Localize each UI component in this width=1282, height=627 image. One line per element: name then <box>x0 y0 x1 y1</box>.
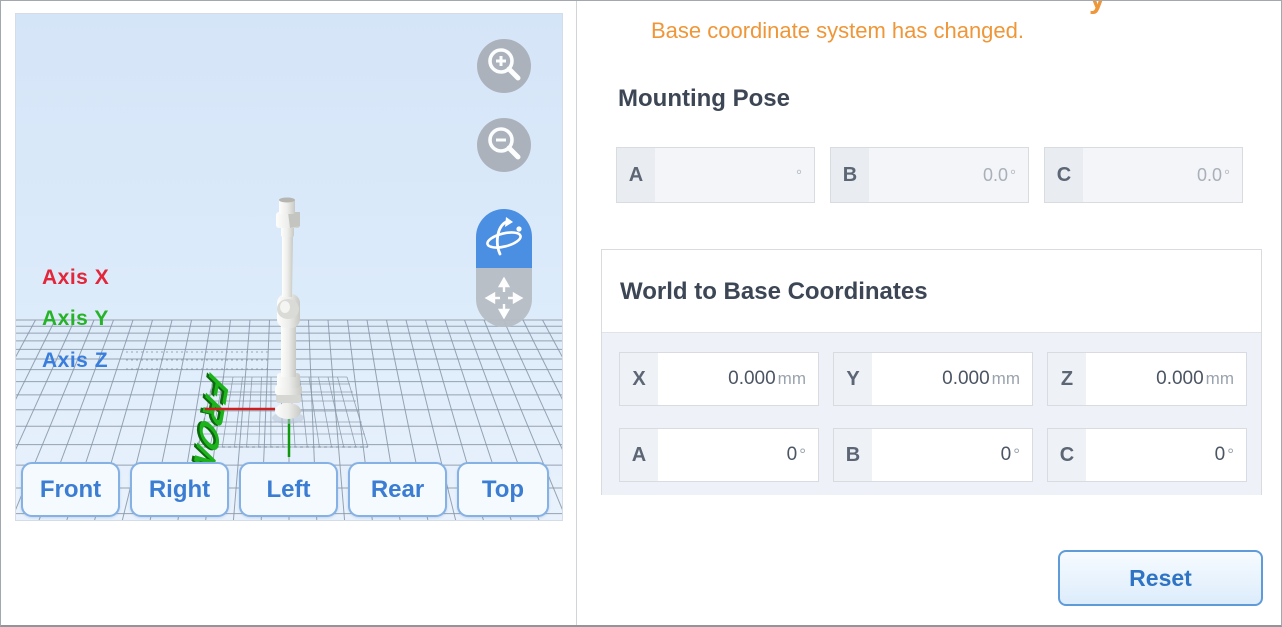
field-unit: mm <box>1206 369 1234 389</box>
field-value: 0 <box>787 444 798 466</box>
zoom-out-button[interactable] <box>477 118 531 172</box>
mounting-pose-field-c: C 0.0° <box>1044 147 1243 203</box>
field-unit: ° <box>1224 167 1230 184</box>
zoom-in-button[interactable] <box>477 39 531 93</box>
magnifier-plus-icon <box>477 39 531 93</box>
field-unit: ° <box>1010 167 1016 184</box>
rotate-mode-button[interactable] <box>476 209 532 268</box>
field-unit: ° <box>1227 445 1234 465</box>
field-label: C <box>1045 148 1083 202</box>
view-left-button[interactable]: Left <box>239 462 338 517</box>
world-x-field[interactable]: X 0.000mm <box>619 352 819 406</box>
field-value: 0 <box>1215 444 1226 466</box>
world-a-field[interactable]: A 0° <box>619 428 819 482</box>
base-changed-notice: Base coordinate system has changed. <box>651 18 1024 44</box>
field-value: 0.000 <box>942 368 990 390</box>
robot-3d-viewport[interactable]: FRONT FRONT <box>15 13 563 521</box>
field-value: 0.000 <box>728 368 776 390</box>
field-unit: mm <box>778 369 806 389</box>
orbit-rotate-icon <box>476 209 532 268</box>
axis-x-label: Axis X <box>42 266 109 290</box>
reset-button[interactable]: Reset <box>1058 550 1263 606</box>
base-coordinate-settings-screen: FRONT FRONT <box>0 0 1282 627</box>
view-top-button[interactable]: Top <box>457 462 549 517</box>
axis-y-label: Axis Y <box>42 307 109 331</box>
field-unit: ° <box>796 167 802 184</box>
magnifier-minus-icon <box>477 118 531 172</box>
field-label: C <box>1048 429 1086 481</box>
field-label: B <box>834 429 872 481</box>
mounting-pose-field-a: A ° <box>616 147 815 203</box>
world-b-field[interactable]: B 0° <box>833 428 1033 482</box>
view-front-button[interactable]: Front <box>21 462 120 517</box>
world-to-base-panel: World to Base Coordinates X 0.000mm Y 0.… <box>601 249 1262 495</box>
field-label: Z <box>1048 353 1086 405</box>
pan-arrows-icon <box>476 268 532 327</box>
field-unit: ° <box>1013 445 1020 465</box>
world-z-field[interactable]: Z 0.000mm <box>1047 352 1247 406</box>
field-value: 0 <box>1001 444 1012 466</box>
notice-truncated-line: y <box>1089 1 1149 15</box>
field-value: 0.0 <box>983 165 1008 186</box>
field-unit: ° <box>799 445 806 465</box>
field-label: A <box>620 429 658 481</box>
panel-divider <box>576 1 577 625</box>
view-rear-button[interactable]: Rear <box>348 462 447 517</box>
robot-arm-model <box>272 198 304 425</box>
field-value: 0.0 <box>1197 165 1222 186</box>
world-to-base-title: World to Base Coordinates <box>620 278 928 306</box>
field-label: X <box>620 353 658 405</box>
field-label: A <box>617 148 655 202</box>
world-c-field[interactable]: C 0° <box>1047 428 1247 482</box>
mounting-pose-title: Mounting Pose <box>618 85 790 113</box>
field-unit: mm <box>992 369 1020 389</box>
axis-z-label: Axis Z <box>42 349 108 373</box>
rotate-pan-toggle <box>476 209 532 327</box>
world-y-field[interactable]: Y 0.000mm <box>833 352 1033 406</box>
pan-mode-button[interactable] <box>476 268 532 327</box>
field-value: 0.000 <box>1156 368 1204 390</box>
view-right-button[interactable]: Right <box>130 462 229 517</box>
field-label: B <box>831 148 869 202</box>
mounting-pose-field-b: B 0.0° <box>830 147 1029 203</box>
field-label: Y <box>834 353 872 405</box>
